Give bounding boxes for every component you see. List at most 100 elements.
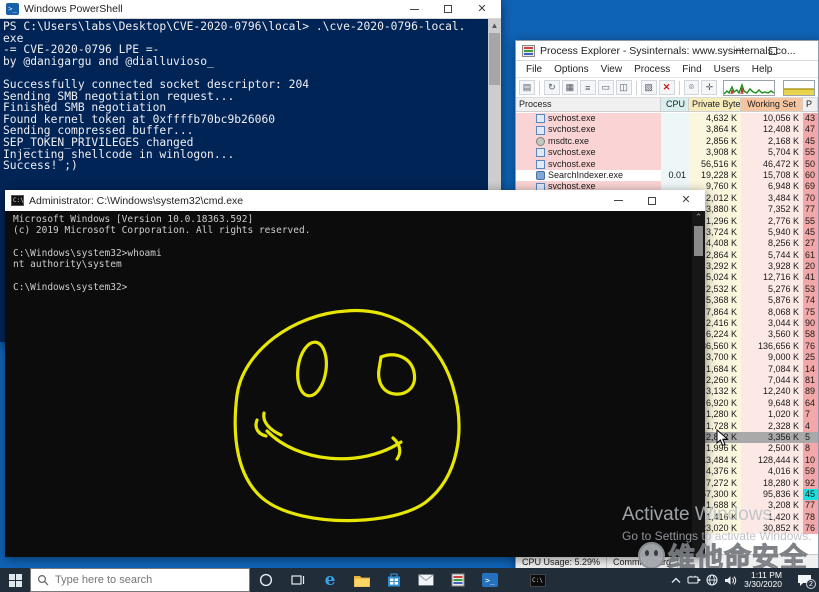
cmd-window: C:\ Administrator: C:\Windows\system32\c…: [5, 190, 705, 557]
refresh-icon[interactable]: ↻: [544, 80, 560, 95]
svchost-icon: [536, 114, 545, 123]
powershell-titlebar[interactable]: >_ Windows PowerShell ✕: [0, 0, 501, 19]
console-line: C:\Windows\system32>whoami: [13, 248, 705, 259]
column-pid[interactable]: P: [803, 98, 818, 111]
minimize-button[interactable]: [601, 190, 635, 211]
windows-logo-icon: [9, 574, 22, 587]
maximize-button[interactable]: [431, 0, 465, 18]
console-line: SEP_TOKEN_PRIVILEGES changed: [3, 137, 501, 149]
task-view-button[interactable]: [282, 568, 314, 592]
show-dlls-icon[interactable]: ▭: [598, 80, 614, 95]
svchost-icon: [536, 160, 545, 169]
person-icon: [536, 171, 545, 180]
column-working-set[interactable]: Working Set: [741, 98, 803, 111]
taskbar-clock[interactable]: 1:11 PM 3/30/2020: [739, 571, 789, 590]
cmd-console[interactable]: Microsoft Windows [Version 10.0.18363.59…: [5, 211, 705, 557]
taskbar-search[interactable]: [30, 568, 250, 592]
close-button[interactable]: ✕: [669, 190, 703, 211]
activate-line1: Activate Windows: [622, 504, 811, 526]
scroll-up-icon[interactable]: ⌃: [692, 211, 705, 224]
console-line: Finished SMB negotiation: [3, 102, 501, 114]
tray-expand-button[interactable]: [667, 568, 685, 592]
process-explorer-icon: [522, 45, 535, 57]
scroll-thumb[interactable]: [489, 33, 500, 85]
console-line: nt authority\system: [13, 259, 705, 270]
process-row[interactable]: svchost.exe3,908 K5,704 K55: [516, 147, 818, 158]
system-info-icon[interactable]: ▦: [562, 80, 578, 95]
procexp-taskbar-button[interactable]: [442, 568, 474, 592]
minimize-button[interactable]: [397, 0, 431, 18]
cortana-icon: [259, 573, 273, 587]
store-icon: [387, 573, 401, 587]
console-line: Success! ;): [3, 160, 501, 172]
network-tray-button[interactable]: [703, 568, 721, 592]
maximize-button[interactable]: [756, 41, 790, 60]
console-line: Successfully connected socket descriptor…: [3, 79, 501, 91]
scroll-thumb[interactable]: [694, 226, 703, 256]
store-button[interactable]: [378, 568, 410, 592]
console-line: by @danigargu and @dialluvioso_: [3, 56, 501, 68]
system-tray: 1:11 PM 3/30/2020 2: [667, 568, 819, 592]
show-tree-icon[interactable]: ≡: [580, 80, 596, 95]
toolbar: ▤ ↻ ▦ ≡ ▭ ◫ ▧ ✕ ⌾ ✛: [516, 78, 818, 98]
procexp-taskbar-icon: [451, 573, 465, 587]
close-button[interactable]: ✕: [465, 0, 499, 18]
search-input[interactable]: [55, 574, 225, 586]
notification-badge: 2: [806, 579, 816, 589]
svchost-icon: [536, 126, 545, 135]
console-line: [13, 237, 705, 248]
scroll-up-icon[interactable]: ▲: [488, 19, 501, 32]
menu-help[interactable]: Help: [746, 64, 779, 75]
power-tray-button[interactable]: [685, 568, 703, 592]
menu-process[interactable]: Process: [628, 64, 676, 75]
volume-tray-button[interactable]: [721, 568, 739, 592]
brand-face-icon: [638, 542, 665, 569]
console-line: [13, 270, 705, 281]
menu-file[interactable]: File: [520, 64, 548, 75]
process-row[interactable]: SearchIndexer.exe0.0119,228 K15,708 K60: [516, 170, 818, 181]
cmd-titlebar[interactable]: C:\ Administrator: C:\Windows\system32\c…: [5, 190, 705, 211]
maximize-button[interactable]: [635, 190, 669, 211]
powershell-taskbar-button[interactable]: >_: [474, 568, 506, 592]
process-row[interactable]: msdtc.exe2,856 K2,168 K45: [516, 136, 818, 147]
show-handles-icon[interactable]: ◫: [616, 80, 632, 95]
edge-icon: e: [325, 570, 336, 590]
process-row[interactable]: svchost.exe4,632 K10,056 K43: [516, 113, 818, 124]
properties-icon[interactable]: ▧: [641, 80, 657, 95]
commit-history-graph[interactable]: [783, 80, 815, 96]
process-row[interactable]: svchost.exe3,864 K12,408 K47: [516, 124, 818, 135]
cmd-title: Administrator: C:\Windows\system32\cmd.e…: [29, 195, 243, 207]
powershell-icon: >_: [6, 3, 19, 15]
file-explorer-icon: [354, 574, 370, 587]
column-cpu[interactable]: CPU: [661, 98, 689, 111]
cmd-taskbar-button[interactable]: C:\: [522, 568, 554, 592]
process-explorer-titlebar[interactable]: Process Explorer - Sysinternals: www.sys…: [516, 41, 818, 61]
start-button[interactable]: [0, 568, 30, 592]
mail-button[interactable]: [410, 568, 442, 592]
taskbar: e >_ C:\: [0, 568, 819, 592]
cpu-history-graph[interactable]: [723, 80, 775, 96]
column-headers: Process CPU Private Bytes Working Set P: [516, 98, 818, 112]
file-explorer-button[interactable]: [346, 568, 378, 592]
svchost-icon: [536, 148, 545, 157]
find-window-icon[interactable]: ✛: [701, 80, 717, 95]
minimize-button[interactable]: [722, 41, 756, 60]
menu-options[interactable]: Options: [548, 64, 594, 75]
process-row[interactable]: svchost.exe56,516 K46,472 K50: [516, 159, 818, 170]
cpu-usage-status: CPU Usage: 5.29%: [516, 555, 607, 569]
desktop: >_ Windows PowerShell ✕ PS C:\Users\labs…: [0, 0, 819, 592]
save-icon[interactable]: ▤: [519, 80, 535, 95]
kill-process-icon[interactable]: ✕: [659, 80, 675, 95]
find-icon[interactable]: ⌾: [684, 80, 700, 95]
edge-button[interactable]: e: [314, 568, 346, 592]
menu-find[interactable]: Find: [676, 64, 707, 75]
speaker-icon: [724, 575, 737, 586]
menu-view[interactable]: View: [595, 64, 629, 75]
search-icon: [37, 574, 49, 586]
column-private-bytes[interactable]: Private Bytes: [689, 98, 741, 111]
column-process[interactable]: Process: [516, 98, 661, 111]
cortana-button[interactable]: [250, 568, 282, 592]
menu-users[interactable]: Users: [708, 64, 746, 75]
console-line: PS C:\Users\labs\Desktop\CVE-2020-0796\l…: [3, 21, 501, 33]
notification-center-button[interactable]: 2: [789, 568, 819, 592]
